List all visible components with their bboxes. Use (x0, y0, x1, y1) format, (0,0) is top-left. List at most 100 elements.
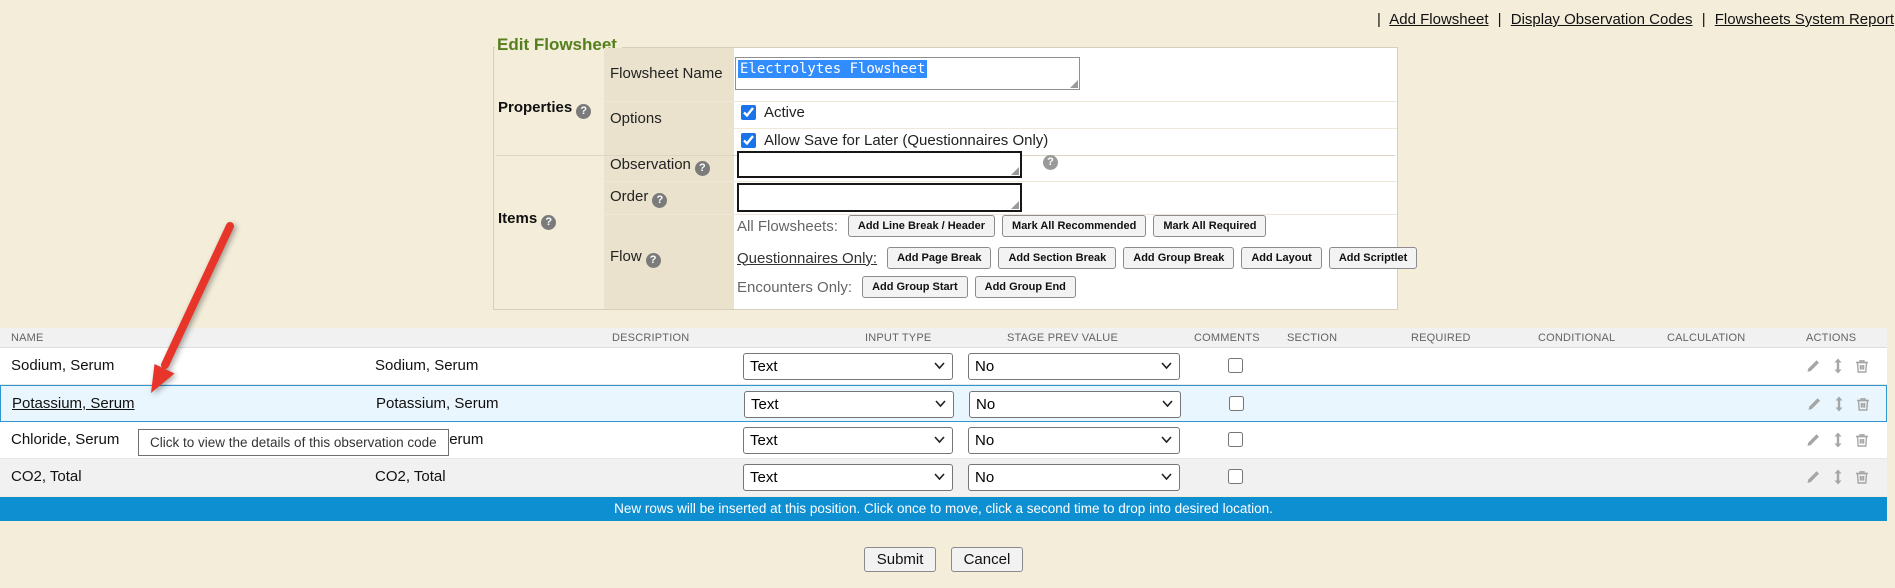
flowsheet-name-label: Flowsheet Name (610, 65, 723, 82)
stage-prev-value-select[interactable]: No (969, 391, 1181, 418)
cancel-button[interactable]: Cancel (951, 547, 1024, 572)
option-allow-save-row: Allow Save for Later (Questionnaires Onl… (741, 132, 1048, 149)
form-footer: Submit Cancel (0, 547, 1887, 572)
delete-trash-icon[interactable] (1855, 469, 1869, 485)
observation-help-icon[interactable]: ? (695, 161, 710, 176)
col-header-input-type: INPUT TYPE (865, 332, 931, 344)
delete-trash-icon[interactable] (1856, 396, 1870, 412)
table-row-sodium-serum: Sodium, Serum Sodium, Serum Text No (0, 348, 1887, 385)
table-row-potassium-serum-selected: Potassium, Serum Potassium, Serum Text N… (0, 385, 1887, 422)
comments-checkbox[interactable] (1228, 432, 1243, 447)
flowsheet-name-value: Electrolytes Flowsheet (738, 60, 927, 78)
delete-trash-icon[interactable] (1855, 432, 1869, 448)
observation-description: Sodium, Serum (375, 357, 478, 374)
add-section-break-button[interactable]: Add Section Break (998, 247, 1116, 269)
input-type-select[interactable]: Text (743, 464, 953, 491)
active-checkbox[interactable] (741, 105, 756, 120)
stage-prev-value-select[interactable]: No (968, 353, 1180, 380)
col-header-calculation: CALCULATION (1667, 332, 1745, 344)
add-page-break-button[interactable]: Add Page Break (887, 247, 991, 269)
edit-pencil-icon[interactable] (1806, 358, 1821, 374)
observation-field-help-icon[interactable]: ? (1043, 155, 1058, 170)
comments-checkbox[interactable] (1228, 469, 1243, 484)
comments-checkbox[interactable] (1228, 358, 1243, 373)
nav-separator: | (1498, 11, 1502, 28)
add-group-end-button[interactable]: Add Group End (975, 276, 1076, 298)
order-input[interactable] (737, 183, 1022, 212)
nav-link-display-observation-codes[interactable]: Display Observation Codes (1511, 11, 1693, 28)
order-help-icon[interactable]: ? (652, 193, 667, 208)
observation-input[interactable] (737, 151, 1022, 178)
submit-button[interactable]: Submit (864, 547, 937, 572)
col-header-name: NAME (11, 332, 44, 344)
stage-prev-value-select[interactable]: No (968, 427, 1180, 454)
flow-help-icon[interactable]: ? (646, 253, 661, 268)
observation-name-link[interactable]: Potassium, Serum (12, 395, 135, 412)
mark-all-recommended-button[interactable]: Mark All Recommended (1002, 215, 1146, 237)
flow-group-encounters-only: Encounters Only: Add Group Start Add Gro… (737, 276, 1076, 298)
nav-separator: | (1377, 11, 1381, 28)
items-help-icon[interactable]: ? (541, 215, 556, 230)
col-header-conditional: CONDITIONAL (1538, 332, 1615, 344)
delete-trash-icon[interactable] (1855, 358, 1869, 374)
edit-pencil-icon[interactable] (1806, 432, 1821, 448)
row-divider (604, 101, 1397, 102)
table-row-co2-total: CO2, Total CO2, Total Text No (0, 459, 1887, 496)
input-type-select[interactable]: Text (744, 391, 954, 418)
move-updown-icon[interactable] (1832, 358, 1844, 374)
observation-name-link[interactable]: Chloride, Serum (11, 431, 119, 448)
col-header-stage-prev-value: STAGE PREV VALUE (1007, 332, 1118, 344)
observation-description: Potassium, Serum (376, 395, 499, 412)
active-checkbox-label: Active (764, 104, 805, 121)
observation-label: Observation? (610, 156, 710, 176)
add-group-start-button[interactable]: Add Group Start (862, 276, 968, 298)
properties-section-label: Properties? (498, 99, 591, 119)
flow-label: Flow? (610, 248, 661, 268)
questionnaires-only-label: Questionnaires Only: (737, 250, 877, 267)
field-label-column (604, 48, 734, 309)
stage-prev-value-select[interactable]: No (968, 464, 1180, 491)
move-updown-icon[interactable] (1833, 396, 1845, 412)
move-updown-icon[interactable] (1832, 432, 1844, 448)
flow-group-questionnaires-only: Questionnaires Only: Add Page Break Add … (737, 247, 1417, 269)
add-scriptlet-button[interactable]: Add Scriptlet (1329, 247, 1417, 269)
resize-handle-icon[interactable] (1070, 80, 1078, 88)
order-label: Order? (610, 188, 667, 208)
all-flowsheets-label: All Flowsheets: (737, 218, 838, 235)
input-type-select[interactable]: Text (743, 353, 953, 380)
table-header-row: NAME DESCRIPTION INPUT TYPE STAGE PREV V… (0, 328, 1887, 348)
properties-help-icon[interactable]: ? (576, 104, 591, 119)
row-divider (734, 128, 1397, 129)
move-updown-icon[interactable] (1832, 469, 1844, 485)
resize-handle-icon[interactable] (1011, 201, 1019, 209)
comments-checkbox[interactable] (1229, 396, 1244, 411)
mark-all-required-button[interactable]: Mark All Required (1153, 215, 1266, 237)
add-group-break-button[interactable]: Add Group Break (1123, 247, 1234, 269)
flowsheet-name-input[interactable]: Electrolytes Flowsheet (735, 57, 1080, 90)
col-header-required: REQUIRED (1411, 332, 1471, 344)
page-title: Edit Flowsheet (495, 35, 622, 55)
input-type-select[interactable]: Text (743, 427, 953, 454)
flow-group-all-flowsheets: All Flowsheets: Add Line Break / Header … (737, 215, 1266, 237)
observation-description: CO2, Total (375, 468, 446, 485)
col-header-comments: COMMENTS (1194, 332, 1260, 344)
observation-name-link[interactable]: Sodium, Serum (11, 357, 114, 374)
nav-link-add-flowsheet[interactable]: Add Flowsheet (1389, 11, 1488, 28)
row-divider (604, 181, 1397, 182)
col-header-section: SECTION (1287, 332, 1337, 344)
allow-save-checkbox[interactable] (741, 133, 756, 148)
col-header-description: DESCRIPTION (612, 332, 689, 344)
resize-handle-icon[interactable] (1011, 167, 1019, 175)
add-layout-button[interactable]: Add Layout (1241, 247, 1322, 269)
top-nav: | Add Flowsheet | Display Observation Co… (1372, 11, 1894, 28)
insert-position-bar[interactable]: New rows will be inserted at this positi… (0, 497, 1887, 521)
add-line-break-header-button[interactable]: Add Line Break / Header (848, 215, 995, 237)
items-section-label: Items? (498, 210, 556, 230)
observation-name-link[interactable]: CO2, Total (11, 468, 82, 485)
option-active-row: Active (741, 104, 805, 121)
edit-flowsheet-page: | Add Flowsheet | Display Observation Co… (0, 0, 1895, 588)
edit-pencil-icon[interactable] (1807, 396, 1822, 412)
nav-link-flowsheets-system-report[interactable]: Flowsheets System Report (1715, 11, 1894, 28)
nav-separator: | (1702, 11, 1706, 28)
edit-pencil-icon[interactable] (1806, 469, 1821, 485)
